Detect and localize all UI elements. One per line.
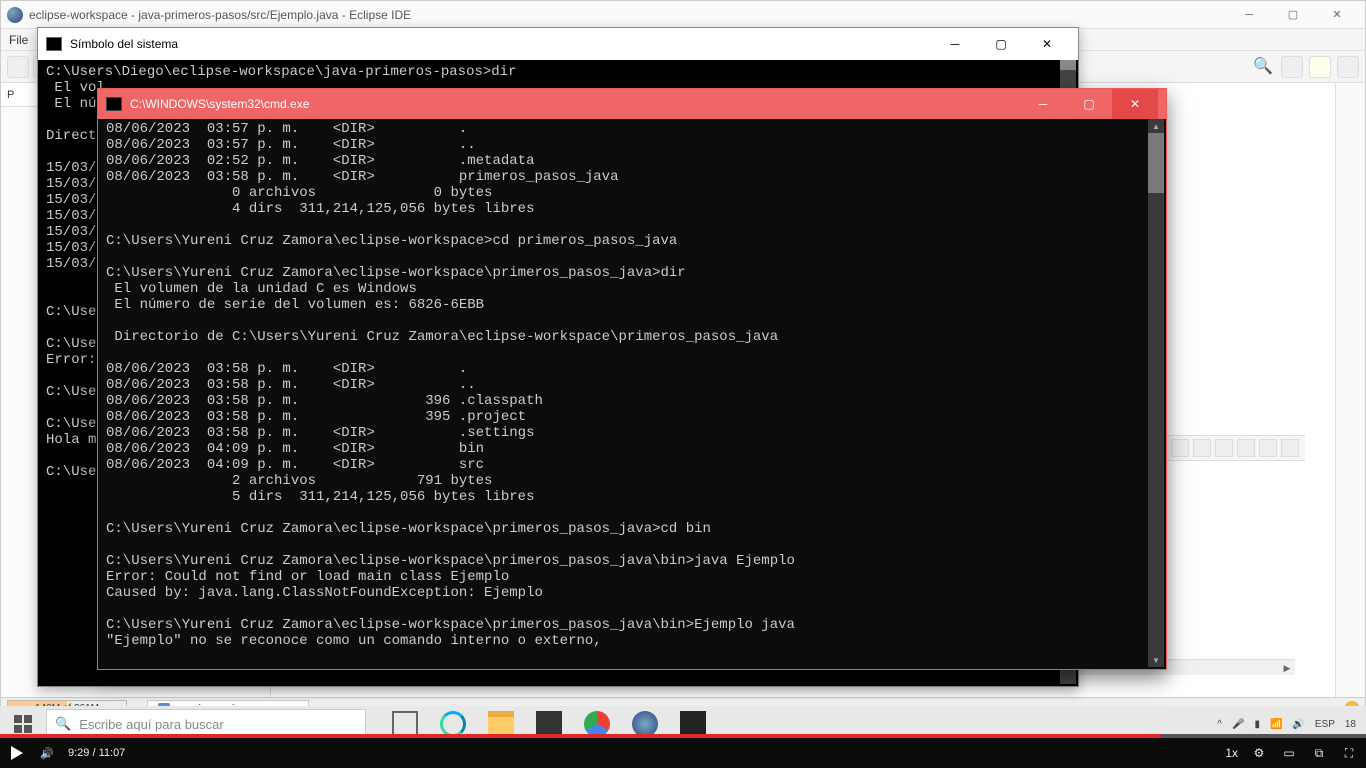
console-button[interactable] (1259, 439, 1277, 457)
cmd-icon (46, 37, 62, 51)
clock[interactable]: 18 (1345, 719, 1356, 730)
scroll-down-icon[interactable]: ▼ (1148, 653, 1164, 667)
scroll-right-icon[interactable]: ▶ (1279, 660, 1295, 676)
seek-bar[interactable] (0, 734, 1366, 738)
cmd-window-2[interactable]: C:\WINDOWS\system32\cmd.exe ─ ▢ ✕ 08/06/… (97, 88, 1167, 670)
perspective-button[interactable] (1281, 56, 1303, 78)
maximize-button[interactable]: ▢ (1271, 1, 1315, 29)
mic-icon[interactable]: 🎤 (1232, 719, 1244, 730)
windows-icon (14, 715, 32, 733)
maximize-button[interactable]: ▢ (978, 28, 1024, 60)
video-controls: 🔊 9:29 / 11:07 1x ⚙ ▭ ⧉ ⛶ (0, 738, 1366, 768)
cmd1-title-text: Símbolo del sistema (70, 37, 178, 51)
chevron-up-icon[interactable]: ^ (1217, 719, 1222, 730)
close-button[interactable]: ✕ (1315, 1, 1359, 29)
cmd1-titlebar[interactable]: Símbolo del sistema ─ ▢ ✕ (38, 28, 1078, 60)
menu-file[interactable]: File (9, 33, 28, 47)
wifi-icon[interactable]: 📶 (1270, 719, 1282, 730)
seek-progress (0, 734, 1161, 738)
settings-icon[interactable]: ⚙ (1250, 744, 1268, 762)
volume-button[interactable]: 🔊 (38, 744, 56, 762)
current-time: 9:29 (68, 747, 89, 759)
outline-panel[interactable] (1335, 83, 1365, 697)
play-icon (9, 745, 25, 761)
system-tray[interactable]: ^ 🎤 ▮ 📶 🔊 ESP 18 (1207, 719, 1366, 730)
minimize-button[interactable]: ─ (1227, 1, 1271, 29)
total-time: 11:07 (99, 747, 126, 759)
minimize-button[interactable]: ─ (932, 28, 978, 60)
cmd2-scrollbar[interactable]: ▲ ▼ (1148, 119, 1164, 667)
cmd2-titlebar[interactable]: C:\WINDOWS\system32\cmd.exe ─ ▢ ✕ (98, 89, 1166, 119)
toolbar-button[interactable] (7, 56, 29, 78)
search-placeholder: Escribe aquí para buscar (79, 717, 224, 732)
captions-icon[interactable]: ▭ (1280, 744, 1298, 762)
search-icon[interactable]: 🔍 (1253, 56, 1275, 78)
maximize-button[interactable]: ▢ (1066, 89, 1112, 119)
eclipse-title: eclipse-workspace - java-primeros-pasos/… (29, 8, 411, 22)
close-button[interactable]: ✕ (1112, 89, 1158, 119)
close-button[interactable]: ✕ (1024, 28, 1070, 60)
minimize-button[interactable]: ─ (1020, 89, 1066, 119)
cmd2-title-text: C:\WINDOWS\system32\cmd.exe (130, 97, 309, 111)
volume-icon: 🔊 (40, 747, 54, 760)
scrollbar-thumb[interactable] (1060, 60, 1076, 70)
fullscreen-icon[interactable]: ⛶ (1340, 744, 1358, 762)
battery-icon[interactable]: ▮ (1254, 719, 1260, 730)
console-button[interactable] (1237, 439, 1255, 457)
volume-tray-icon[interactable]: 🔊 (1292, 719, 1304, 730)
console-button[interactable] (1171, 439, 1189, 457)
playback-speed[interactable]: 1x (1225, 746, 1238, 760)
eclipse-icon (7, 7, 23, 23)
language-indicator[interactable]: ESP (1315, 719, 1335, 730)
play-button[interactable] (8, 744, 26, 762)
perspective-java[interactable] (1309, 56, 1331, 78)
search-icon: 🔍 (55, 716, 71, 732)
eclipse-titlebar: eclipse-workspace - java-primeros-pasos/… (1, 1, 1365, 29)
scrollbar-thumb[interactable] (1148, 133, 1164, 193)
console-button[interactable] (1215, 439, 1233, 457)
perspective-debug[interactable] (1337, 56, 1359, 78)
pip-icon[interactable]: ⧉ (1310, 744, 1328, 762)
time-display: 9:29 / 11:07 (68, 747, 125, 759)
cmd2-output[interactable]: 08/06/2023 03:57 p. m. <DIR> . 08/06/202… (100, 119, 1148, 667)
console-button[interactable] (1281, 439, 1299, 457)
cmd-icon (106, 97, 122, 111)
explorer-tab-label: P (7, 89, 14, 101)
console-button[interactable] (1193, 439, 1211, 457)
scroll-up-icon[interactable]: ▲ (1148, 119, 1164, 133)
